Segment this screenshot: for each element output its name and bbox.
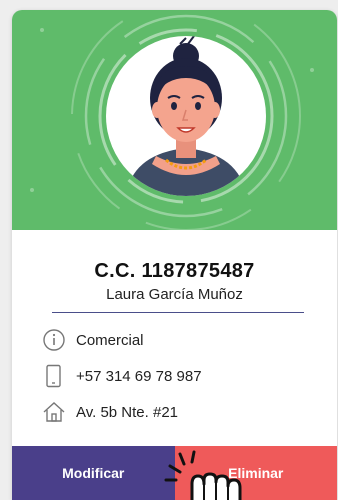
- full-name: Laura García Muñoz: [106, 286, 243, 303]
- document-id: C.C. 1187875487: [94, 260, 255, 282]
- info-icon: [43, 329, 65, 351]
- phone-text: +57 314 69 78 987: [76, 367, 202, 385]
- woman-avatar-illustration: [126, 36, 246, 196]
- role-text: Comercial: [76, 331, 144, 349]
- address-row: Av. 5b Nte. #21: [42, 400, 178, 424]
- address-text: Av. 5b Nte. #21: [76, 403, 179, 421]
- phone-icon: [46, 364, 61, 388]
- home-icon: [43, 402, 65, 422]
- hand-pointer-icon: [164, 450, 242, 500]
- role-row: Comercial: [42, 328, 144, 352]
- edit-button[interactable]: Modificar: [12, 446, 175, 500]
- employee-card: C.C. 1187875487 Laura García Muñoz Comer…: [12, 10, 337, 500]
- divider: [52, 312, 304, 313]
- avatar: [106, 36, 266, 196]
- phone-row: +57 314 69 78 987: [42, 364, 202, 388]
- card-banner: [12, 10, 337, 230]
